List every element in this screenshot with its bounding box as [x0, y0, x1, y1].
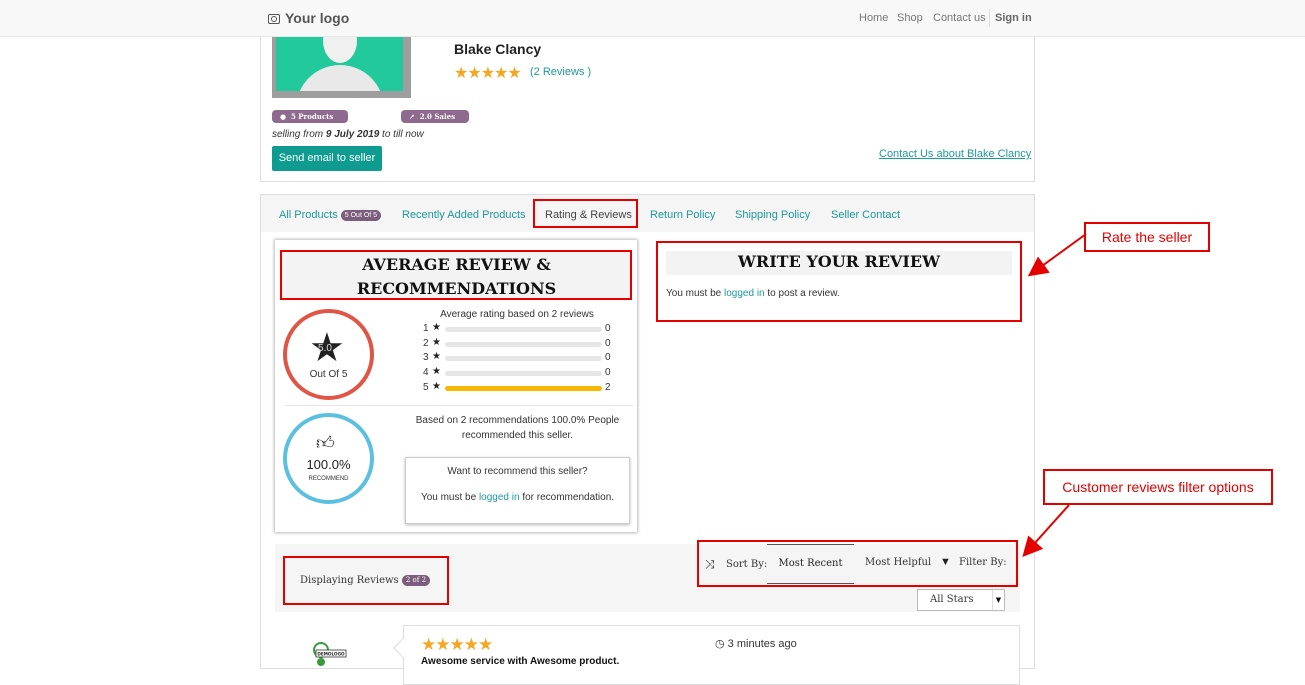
chevron-down-icon: ▼	[992, 590, 1004, 610]
review-stars: ★★★★★	[421, 635, 493, 654]
review-title: Awesome service with Awesome product.	[421, 656, 620, 667]
review-time-text: 3 minutes ago	[727, 638, 797, 650]
arrow-rate-seller	[1027, 233, 1087, 277]
reviewer-logo-dot	[317, 658, 325, 666]
reviewer-logo-text: DEMOLOGO	[317, 652, 345, 657]
highlight-box-filter	[697, 540, 1018, 587]
review-time: ◷ 3 minutes ago	[715, 637, 797, 650]
arrow-filter-options	[1022, 504, 1070, 557]
stars-filter-value: All Stars	[930, 594, 974, 605]
clock-icon: ◷	[715, 638, 725, 650]
highlight-box-displaying	[283, 556, 449, 605]
stars-filter-select[interactable]: All Stars ▼	[917, 589, 1005, 611]
reviewer-avatar: DEMOLOGO	[313, 642, 347, 666]
review-card	[403, 625, 1020, 685]
